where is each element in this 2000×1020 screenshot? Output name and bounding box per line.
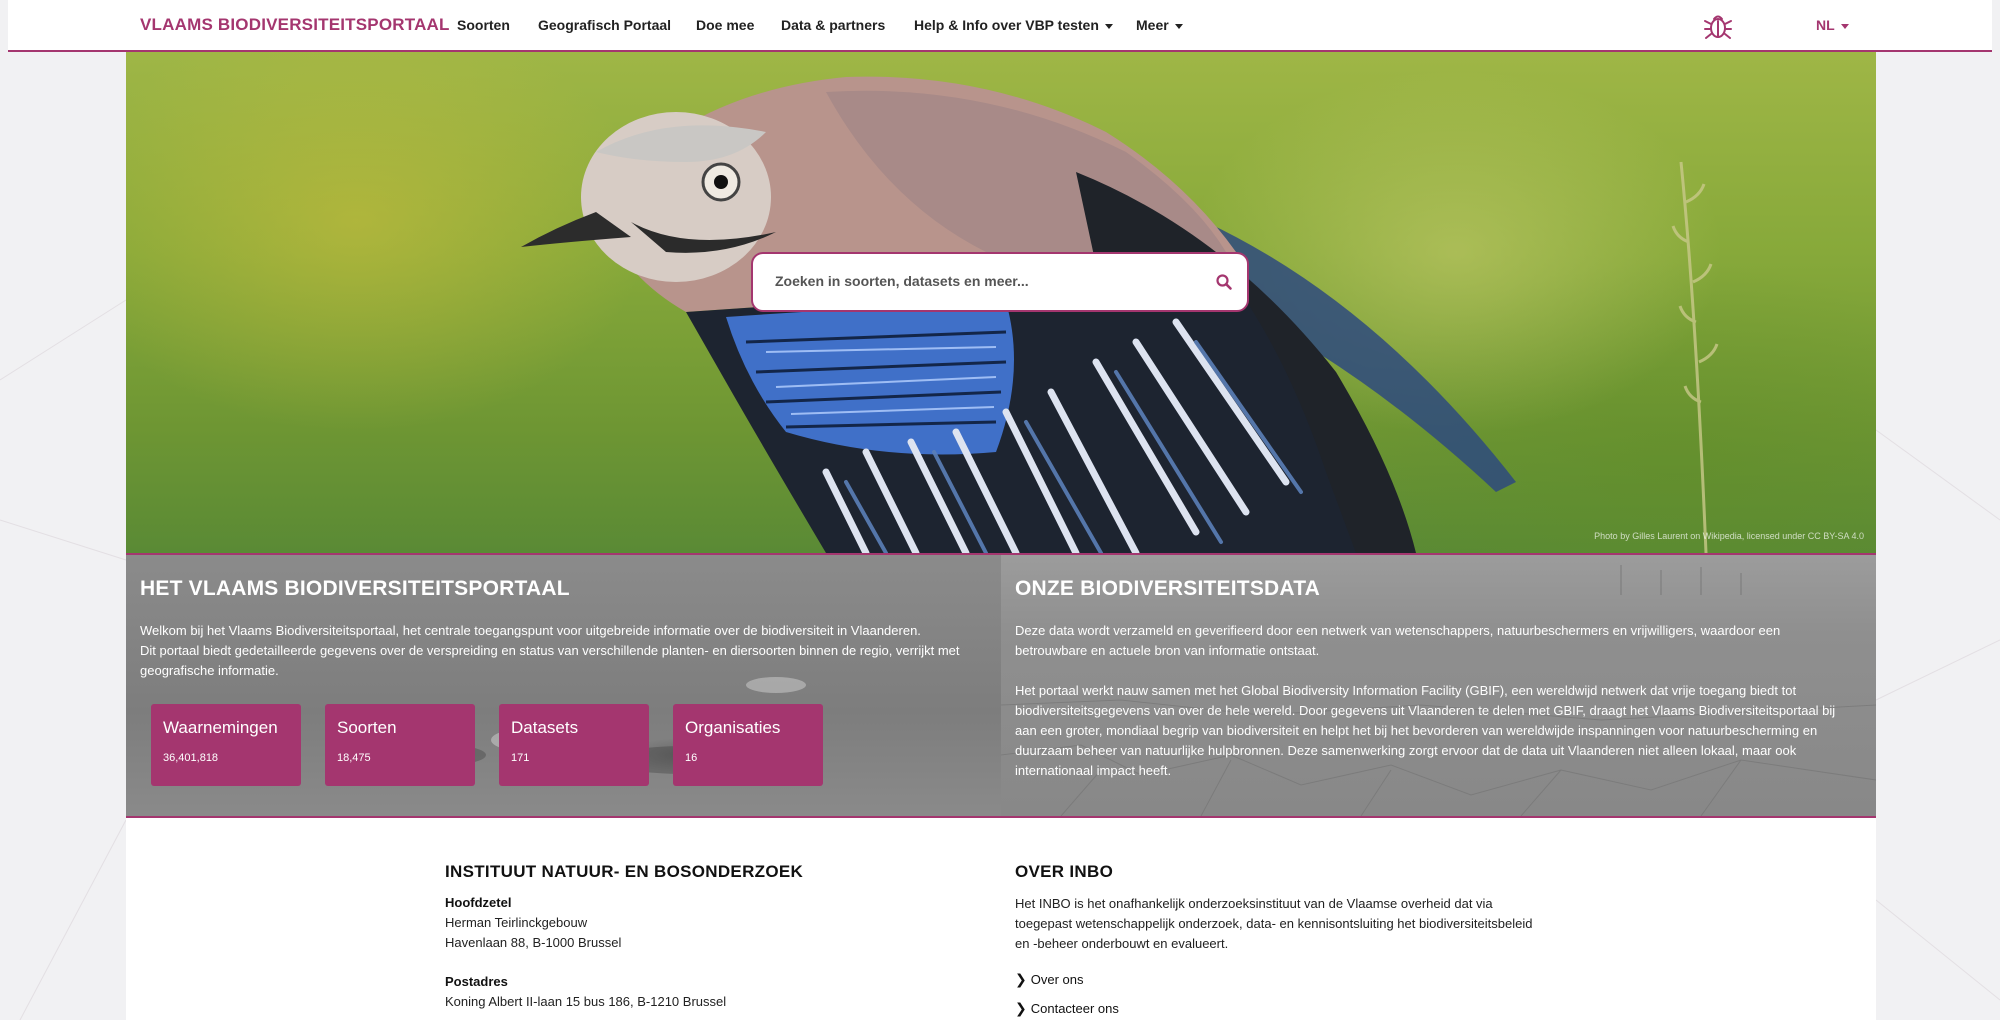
language-label: NL bbox=[1816, 17, 1835, 33]
search-input[interactable] bbox=[773, 272, 1197, 290]
main-content: Photo by Gilles Laurent on Wikipedia, li… bbox=[126, 52, 1876, 1020]
stat-label: Organisaties bbox=[685, 718, 781, 737]
inbo-title: INSTITUUT NATUUR- EN BOSONDERZOEK bbox=[445, 862, 804, 881]
hq-label: Hoofdzetel bbox=[445, 895, 512, 910]
stat-label: Soorten bbox=[337, 718, 397, 737]
language-selector[interactable]: NL bbox=[1816, 17, 1849, 33]
stat-card-soorten[interactable]: Soorten 18,475 bbox=[325, 704, 475, 786]
stat-card-organisaties[interactable]: Organisaties 16 bbox=[673, 704, 823, 786]
nav-item-label: Help & Info over VBP testen bbox=[914, 17, 1099, 33]
photo-credit: Photo by Gilles Laurent on Wikipedia, li… bbox=[1594, 531, 1864, 541]
data-panel: ONZE BIODIVERSITEITSDATA Deze data wordt… bbox=[1001, 555, 1876, 816]
data-p1-line-1: Deze data wordt verzameld en geverifieer… bbox=[1015, 623, 1781, 638]
data-p2-line-1: Het portaal werkt nauw samen met het Glo… bbox=[1015, 683, 1797, 698]
stat-card-datasets[interactable]: Datasets 171 bbox=[499, 704, 649, 786]
stat-label: Datasets bbox=[511, 718, 579, 737]
nav-item-label: Doe mee bbox=[696, 17, 755, 33]
chevron-down-icon bbox=[1840, 23, 1849, 29]
data-p2-line-4: duurzaam beheer van natuurlijke hulpbron… bbox=[1015, 743, 1797, 758]
nav-item-label: Geografisch Portaal bbox=[538, 17, 672, 33]
data-p2-line-2: biodiversiteitsgegevens van over de hele… bbox=[1015, 703, 1836, 718]
data-p1-line-2: betrouwbare en actuele bron van informat… bbox=[1015, 643, 1320, 658]
intro-paragraph-2-line-1: Dit portaal biedt gedetailleerde gegeven… bbox=[140, 643, 960, 658]
data-p2-line-3: aan een groter, mondiaal begrip van biod… bbox=[1015, 723, 1818, 738]
intro-paragraph-2-line-2: geografische informatie. bbox=[140, 663, 279, 678]
stat-value: 36,401,818 bbox=[163, 752, 219, 764]
stat-value: 171 bbox=[511, 752, 530, 764]
search-bar bbox=[751, 252, 1249, 312]
nav-item-data-partners[interactable]: Data & partners bbox=[781, 17, 885, 33]
nav-item-doe-mee[interactable]: Doe mee bbox=[696, 17, 754, 33]
data-p2-line-5: internationaal impact heeft. bbox=[1015, 763, 1172, 778]
chevron-down-icon bbox=[1174, 23, 1183, 29]
over-ons-link[interactable]: ❯ Over ons bbox=[1015, 971, 1083, 988]
link-label: Contacteer ons bbox=[1030, 1001, 1119, 1016]
about-inbo-title: OVER INBO bbox=[1015, 862, 1114, 881]
nav-item-soorten[interactable]: Soorten bbox=[457, 17, 510, 33]
link-label: Over ons bbox=[1030, 972, 1084, 987]
nav-item-label: Data & partners bbox=[781, 17, 886, 33]
stat-value: 16 bbox=[685, 752, 698, 764]
stat-card-waarnemingen[interactable]: Waarnemingen 36,401,818 bbox=[151, 704, 301, 786]
chevron-right-icon: ❯ bbox=[1015, 1000, 1027, 1016]
postal-address-line-1: Koning Albert II-laan 15 bus 186, B-1210… bbox=[445, 994, 727, 1009]
hq-address-line-2: Havenlaan 88, B-1000 Brussel bbox=[445, 935, 622, 950]
data-title: ONZE BIODIVERSITEITSDATA bbox=[1015, 577, 1321, 600]
search-icon[interactable] bbox=[1215, 273, 1233, 291]
bug-icon[interactable] bbox=[1702, 10, 1734, 42]
intro-panel: HET VLAAMS BIODIVERSITEITSPORTAAL Welkom… bbox=[126, 555, 1001, 816]
stat-value: 18,475 bbox=[337, 752, 371, 764]
about-line-3: en -beheer onderbouwt en evalueert. bbox=[1015, 936, 1229, 951]
info-band: HET VLAAMS BIODIVERSITEITSPORTAAL Welkom… bbox=[126, 553, 1876, 818]
brand-logo-link[interactable]: VLAAMS BIODIVERSITEITSPORTAAL bbox=[140, 15, 450, 35]
nav-item-meer[interactable]: Meer bbox=[1136, 17, 1183, 33]
chevron-right-icon: ❯ bbox=[1015, 971, 1027, 987]
nav-item-help-info[interactable]: Help & Info over VBP testen bbox=[914, 17, 1113, 33]
about-line-2: toegepast wetenschappelijk onderzoek, da… bbox=[1015, 916, 1533, 931]
contacteer-ons-link[interactable]: ❯ Contacteer ons bbox=[1015, 1000, 1119, 1017]
hero-banner: Photo by Gilles Laurent on Wikipedia, li… bbox=[126, 52, 1876, 553]
about-line-1: Het INBO is het onafhankelijk onderzoeks… bbox=[1015, 896, 1493, 911]
top-navbar: VLAAMS BIODIVERSITEITSPORTAAL Soorten Ge… bbox=[8, 0, 1992, 52]
intro-title: HET VLAAMS BIODIVERSITEITSPORTAAL bbox=[140, 577, 570, 600]
postal-label: Postadres bbox=[445, 974, 508, 989]
hq-address-line-1: Herman Teirlinckgebouw bbox=[445, 915, 588, 930]
nav-item-label: Soorten bbox=[457, 17, 510, 33]
intro-paragraph-1: Welkom bij het Vlaams Biodiversiteitspor… bbox=[140, 623, 921, 638]
nav-item-label: Meer bbox=[1136, 17, 1169, 33]
stat-label: Waarnemingen bbox=[163, 718, 278, 737]
chevron-down-icon bbox=[1104, 23, 1113, 29]
nav-item-geografisch-portaal[interactable]: Geografisch Portaal bbox=[538, 17, 671, 33]
